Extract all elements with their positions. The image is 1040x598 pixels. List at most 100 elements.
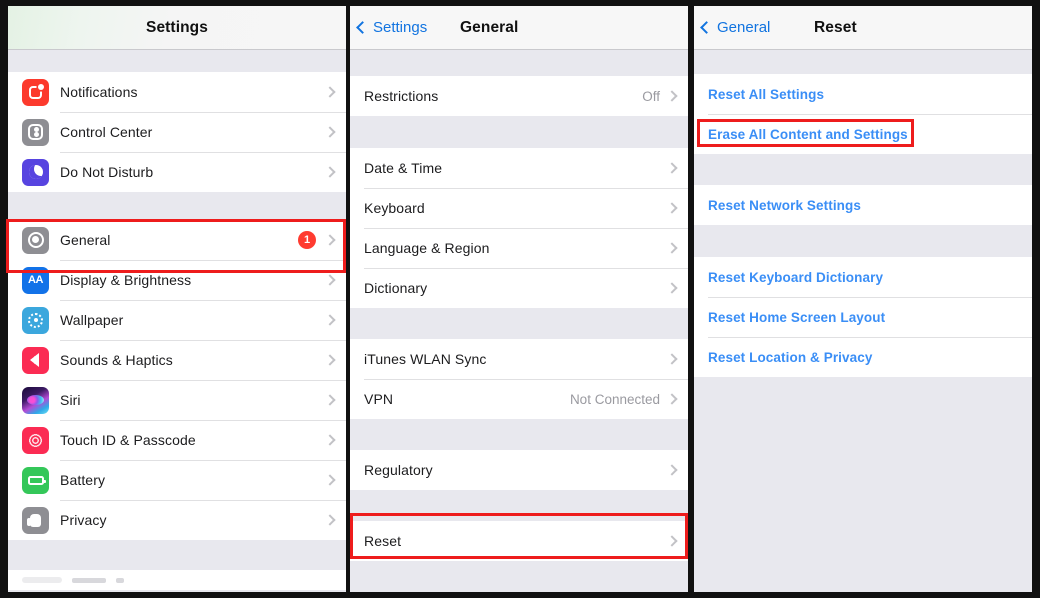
chevron-right-icon <box>666 464 678 476</box>
back-label: Settings <box>373 19 428 36</box>
general-row-language-region[interactable]: Language & Region <box>350 228 688 268</box>
section-gap <box>8 540 346 570</box>
touch-id-icon <box>22 426 49 454</box>
settings-section-2: General 1 AA Display & Brightness Wallpa… <box>8 220 346 540</box>
general-row-keyboard[interactable]: Keyboard <box>350 188 688 228</box>
general-navbar: Settings General <box>350 6 688 50</box>
section-gap <box>350 50 688 76</box>
row-label: Sounds & Haptics <box>60 352 173 368</box>
settings-row-control-center[interactable]: Control Center <box>8 112 346 152</box>
general-section-4: Regulatory <box>350 450 688 490</box>
control-center-icon <box>22 118 49 146</box>
peek-text-placeholder <box>116 577 124 583</box>
privacy-hand-icon <box>22 506 49 534</box>
row-label: Erase All Content and Settings <box>708 126 908 142</box>
do-not-disturb-icon <box>22 158 49 186</box>
chevron-right-icon <box>324 354 336 366</box>
status-badge: 1 <box>298 231 316 249</box>
chevron-right-icon <box>666 242 678 254</box>
settings-navbar: Settings <box>8 6 346 50</box>
settings-row-privacy[interactable]: Privacy <box>8 500 346 540</box>
row-label: Reset All Settings <box>708 86 825 102</box>
general-list[interactable]: Restrictions Off Date & Time Keyboard La… <box>350 50 688 592</box>
general-row-vpn[interactable]: VPN Not Connected <box>350 379 688 419</box>
back-to-general-button[interactable]: General <box>700 19 771 36</box>
settings-row-battery[interactable]: Battery <box>8 460 346 500</box>
chevron-right-icon <box>666 90 678 102</box>
row-label: Reset Keyboard Dictionary <box>708 269 884 285</box>
chevron-right-icon <box>666 202 678 214</box>
row-label: Display & Brightness <box>60 272 192 288</box>
notifications-icon <box>22 78 49 106</box>
section-gap <box>694 377 1032 592</box>
section-gap <box>350 419 688 450</box>
settings-row-general[interactable]: General 1 <box>8 220 346 260</box>
chevron-right-icon <box>666 282 678 294</box>
section-gap <box>8 192 346 220</box>
reset-row-reset-home-screen-layout[interactable]: Reset Home Screen Layout <box>694 297 1032 337</box>
row-label: Wallpaper <box>60 312 124 328</box>
reset-row-reset-keyboard-dictionary[interactable]: Reset Keyboard Dictionary <box>694 257 1032 297</box>
row-label: General <box>60 232 111 248</box>
reset-panel: General Reset Reset All Settings Erase A… <box>694 6 1032 592</box>
row-label: Dictionary <box>364 280 428 296</box>
reset-navbar: General Reset <box>694 6 1032 50</box>
section-gap <box>694 154 1032 185</box>
chevron-right-icon <box>324 234 336 246</box>
row-label: Privacy <box>60 512 107 528</box>
partial-row-peek <box>8 570 346 590</box>
row-label: Control Center <box>60 124 153 140</box>
settings-row-display-brightness[interactable]: AA Display & Brightness <box>8 260 346 300</box>
row-label: Do Not Disturb <box>60 164 154 180</box>
page-title: Settings <box>146 18 208 36</box>
reset-row-erase-all-content-and-settings[interactable]: Erase All Content and Settings <box>694 114 1032 154</box>
chevron-right-icon <box>324 394 336 406</box>
row-label: Restrictions <box>364 88 439 104</box>
settings-row-touch-id-passcode[interactable]: Touch ID & Passcode <box>8 420 346 460</box>
section-gap <box>694 50 1032 74</box>
section-gap <box>694 225 1032 257</box>
row-value: Not Connected <box>569 391 660 407</box>
general-section-2: Date & Time Keyboard Language & Region D… <box>350 148 688 308</box>
section-gap <box>350 561 688 592</box>
reset-row-reset-all-settings[interactable]: Reset All Settings <box>694 74 1032 114</box>
settings-row-siri[interactable]: Siri <box>8 380 346 420</box>
section-gap <box>350 308 688 339</box>
back-to-settings-button[interactable]: Settings <box>356 19 428 36</box>
settings-panel: Settings Notifications Control Center Do… <box>8 6 346 592</box>
reset-section-2: Reset Network Settings <box>694 185 1032 225</box>
row-label: Reset Home Screen Layout <box>708 309 886 325</box>
page-title: General <box>460 18 519 36</box>
general-gear-icon <box>22 226 49 254</box>
row-label: Reset <box>364 533 402 549</box>
row-label: Reset Location & Privacy <box>708 349 873 365</box>
chevron-right-icon <box>324 474 336 486</box>
chevron-left-icon <box>700 21 713 34</box>
row-label: Touch ID & Passcode <box>60 432 196 448</box>
general-section-5: Reset <box>350 521 688 561</box>
chevron-right-icon <box>666 535 678 547</box>
general-row-dictionary[interactable]: Dictionary <box>350 268 688 308</box>
settings-row-wallpaper[interactable]: Wallpaper <box>8 300 346 340</box>
general-row-regulatory[interactable]: Regulatory <box>350 450 688 490</box>
peek-icon-placeholder <box>22 577 62 583</box>
general-row-date-time[interactable]: Date & Time <box>350 148 688 188</box>
settings-row-do-not-disturb[interactable]: Do Not Disturb <box>8 152 346 192</box>
settings-list[interactable]: Notifications Control Center Do Not Dist… <box>8 50 346 592</box>
reset-row-reset-location-privacy[interactable]: Reset Location & Privacy <box>694 337 1032 377</box>
chevron-right-icon <box>324 314 336 326</box>
general-row-reset[interactable]: Reset <box>350 521 688 561</box>
row-label: Language & Region <box>364 240 490 256</box>
settings-row-sounds-haptics[interactable]: Sounds & Haptics <box>8 340 346 380</box>
general-row-restrictions[interactable]: Restrictions Off <box>350 76 688 116</box>
display-brightness-icon: AA <box>22 266 49 294</box>
settings-row-notifications[interactable]: Notifications <box>8 72 346 112</box>
chevron-right-icon <box>324 126 336 138</box>
reset-section-1: Reset All Settings Erase All Content and… <box>694 74 1032 154</box>
row-label: Siri <box>60 392 81 408</box>
back-label: General <box>717 19 771 36</box>
reset-row-reset-network-settings[interactable]: Reset Network Settings <box>694 185 1032 225</box>
general-row-itunes-wlan-sync[interactable]: iTunes WLAN Sync <box>350 339 688 379</box>
general-section-1: Restrictions Off <box>350 76 688 116</box>
reset-list[interactable]: Reset All Settings Erase All Content and… <box>694 50 1032 592</box>
